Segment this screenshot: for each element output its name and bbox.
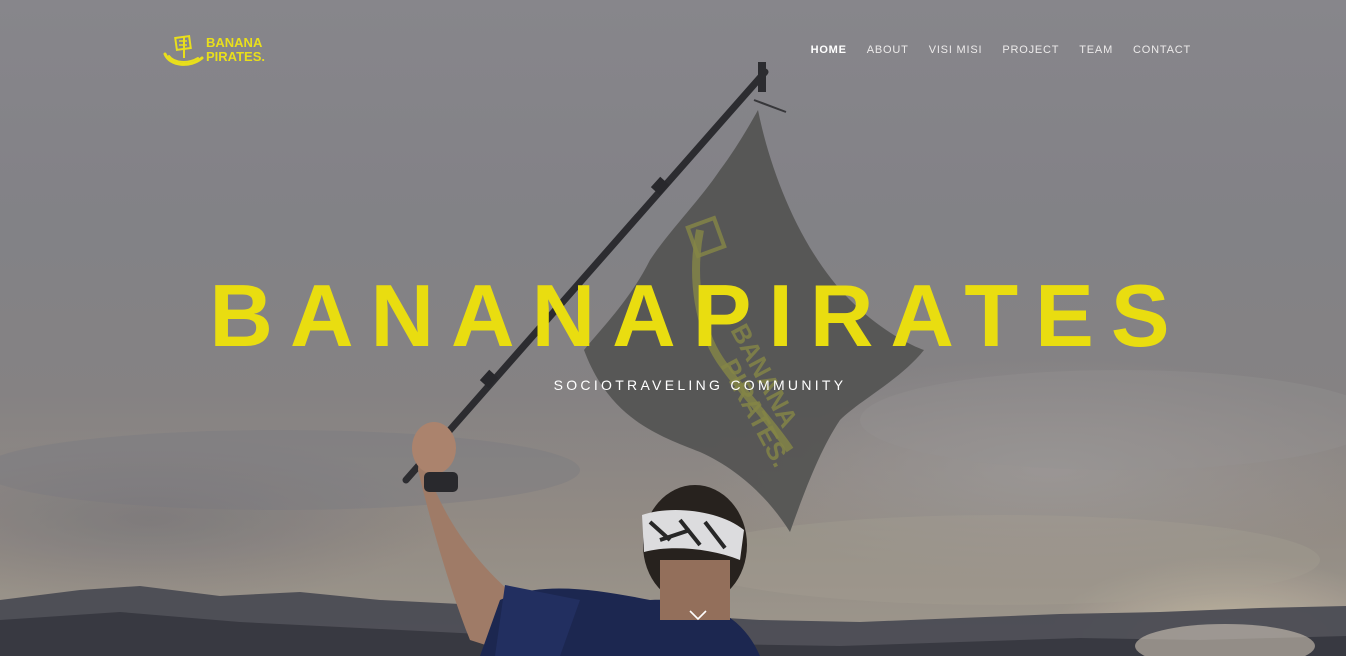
hero-section: BANANA PIRATES. BANANA PIRATES. HOME ABO… — [0, 0, 1346, 656]
nav-item-home[interactable]: HOME — [811, 43, 847, 57]
main-nav: HOME ABOUT VISI MISI PROJECT TEAM CONTAC… — [791, 43, 1191, 57]
logo-line-1: BANANA — [206, 35, 263, 50]
logo-line-2: PIRATES. — [206, 49, 265, 64]
nav-item-contact[interactable]: CONTACT — [1133, 43, 1191, 57]
nav-item-project[interactable]: PROJECT — [1002, 43, 1059, 57]
chevron-down-icon[interactable] — [688, 608, 708, 622]
banana-ship-icon — [163, 34, 204, 66]
logo-text: BANANA PIRATES. — [206, 36, 265, 64]
nav-item-visi-misi[interactable]: VISI MISI — [929, 43, 983, 57]
hero-subtitle: SOCIOTRAVELING COMMUNITY — [553, 377, 847, 393]
brand-logo[interactable]: BANANA PIRATES. — [162, 32, 266, 72]
hero-title: BANANAPIRATES — [209, 266, 1187, 365]
nav-item-team[interactable]: TEAM — [1079, 43, 1113, 57]
nav-item-about[interactable]: ABOUT — [867, 43, 909, 57]
